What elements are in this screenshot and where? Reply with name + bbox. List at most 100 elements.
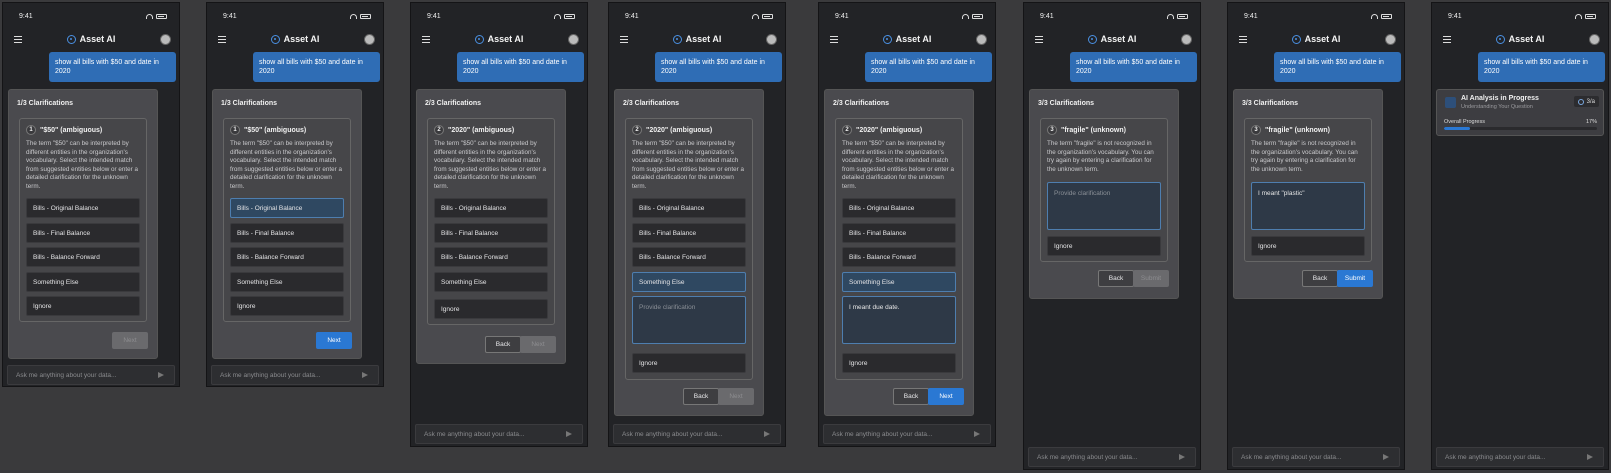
ask-input[interactable]: Ask me anything about your data... (211, 365, 379, 385)
option-original-balance[interactable]: Bills - Original Balance (434, 198, 548, 218)
question-head: 3 "fragile" (unknown) (1251, 125, 1330, 135)
back-button[interactable]: Back (893, 388, 929, 405)
send-icon[interactable] (1383, 454, 1391, 460)
menu-icon[interactable] (620, 35, 628, 43)
next-button[interactable]: Next (928, 388, 964, 405)
clarification-textarea[interactable]: I meant due date. (842, 296, 956, 344)
option-balance-forward[interactable]: Bills - Balance Forward (842, 247, 956, 267)
avatar[interactable] (364, 33, 375, 45)
option-final-balance[interactable]: Bills - Final Balance (632, 223, 746, 243)
option-something-else[interactable]: Something Else (434, 272, 548, 292)
send-icon[interactable] (362, 372, 370, 378)
next-button[interactable]: Next (520, 336, 556, 353)
clarification-textarea[interactable]: Provide clarification (1047, 182, 1161, 230)
menu-icon[interactable] (830, 35, 838, 43)
ask-input[interactable]: Ask me anything about your data... (823, 424, 991, 444)
question-term: "$50" (ambiguous) (40, 126, 103, 134)
option-ignore[interactable]: Ignore (632, 353, 746, 373)
next-button[interactable]: Next (316, 332, 352, 349)
clarification-textarea[interactable]: Provide clarification (632, 296, 746, 344)
clarification-panel: 1/3 Clarifications 1 "$50" (ambiguous) Th… (212, 89, 362, 359)
option-original-balance[interactable]: Bills - Original Balance (230, 198, 344, 218)
ask-input[interactable]: Ask me anything about your data... (613, 424, 781, 444)
option-something-else[interactable]: Something Else (842, 272, 956, 292)
option-final-balance[interactable]: Bills - Final Balance (434, 223, 548, 243)
next-button[interactable]: Next (112, 332, 148, 349)
status-bar: 9:41 (819, 3, 995, 29)
back-button[interactable]: Back (485, 336, 521, 353)
avatar[interactable] (1181, 33, 1192, 45)
status-bar: 9:41 (207, 3, 383, 29)
user-query-bubble: show all bills with $50 and date in 2020 (49, 52, 176, 82)
ai-analysis-subtitle: Understanding Your Question (1461, 104, 1533, 110)
option-final-balance[interactable]: Bills - Final Balance (26, 223, 140, 243)
option-balance-forward[interactable]: Bills - Balance Forward (434, 247, 548, 267)
back-button[interactable]: Back (1302, 270, 1338, 287)
option-balance-forward[interactable]: Bills - Balance Forward (632, 247, 746, 267)
send-icon[interactable] (974, 431, 982, 437)
ask-input[interactable]: Ask me anything about your data... (1028, 447, 1196, 467)
status-time: 9:41 (427, 12, 441, 20)
avatar[interactable] (160, 33, 171, 45)
ask-input[interactable]: Ask me anything about your data... (1436, 447, 1604, 467)
send-icon[interactable] (1179, 454, 1187, 460)
send-icon[interactable] (566, 431, 574, 437)
menu-icon[interactable] (1035, 35, 1043, 43)
send-icon[interactable] (1587, 454, 1595, 460)
app-bar: Asset AI (411, 29, 587, 49)
avatar[interactable] (568, 33, 579, 45)
option-original-balance[interactable]: Bills - Original Balance (632, 198, 746, 218)
ask-input[interactable]: Ask me anything about your data... (7, 365, 175, 385)
send-icon[interactable] (764, 431, 772, 437)
panel-step-title: 2/3 Clarifications (425, 100, 482, 107)
option-ignore[interactable]: Ignore (1047, 236, 1161, 256)
option-ignore[interactable]: Ignore (1251, 236, 1365, 256)
option-ignore[interactable]: Ignore (434, 299, 548, 319)
question-description: The term "$50" can be interpreted by dif… (842, 140, 955, 190)
avatar[interactable] (1385, 33, 1396, 45)
next-button[interactable]: Next (718, 388, 754, 405)
avatar[interactable] (976, 33, 987, 45)
back-button[interactable]: Back (1098, 270, 1134, 287)
option-something-else[interactable]: Something Else (632, 272, 746, 292)
option-final-balance[interactable]: Bills - Final Balance (230, 223, 344, 243)
question-number: 2 (632, 125, 642, 135)
avatar[interactable] (766, 33, 777, 45)
submit-button[interactable]: Submit (1133, 270, 1169, 287)
clarification-textarea[interactable]: I meant "plastic" (1251, 182, 1365, 230)
option-final-balance[interactable]: Bills - Final Balance (842, 223, 956, 243)
ask-input[interactable]: Ask me anything about your data... (1232, 447, 1400, 467)
menu-icon[interactable] (422, 35, 430, 43)
option-original-balance[interactable]: Bills - Original Balance (842, 198, 956, 218)
option-ignore[interactable]: Ignore (230, 296, 344, 316)
app-brand: Asset AI (1495, 34, 1544, 44)
option-original-balance[interactable]: Bills - Original Balance (26, 198, 140, 218)
question-term: "fragile" (unknown) (1061, 126, 1126, 134)
send-icon[interactable] (158, 372, 166, 378)
ask-placeholder: Ask me anything about your data... (1037, 453, 1138, 461)
option-ignore[interactable]: Ignore (26, 296, 140, 316)
menu-icon[interactable] (218, 35, 226, 43)
phone-screen-4: 9:41 Asset AI show all bills with $50 an… (608, 2, 786, 447)
menu-icon[interactable] (14, 35, 22, 43)
submit-button[interactable]: Submit (1337, 270, 1373, 287)
back-button[interactable]: Back (683, 388, 719, 405)
ask-input[interactable]: Ask me anything about your data... (415, 424, 583, 444)
avatar[interactable] (1589, 33, 1600, 45)
option-ignore[interactable]: Ignore (842, 353, 956, 373)
app-bar: Asset AI (207, 29, 383, 49)
menu-icon[interactable] (1239, 35, 1247, 43)
question-card: 3 "fragile" (unknown) The term "fragile" … (1040, 118, 1168, 262)
wifi-icon (1371, 13, 1378, 19)
option-balance-forward[interactable]: Bills - Balance Forward (230, 247, 344, 267)
menu-icon[interactable] (1443, 35, 1451, 43)
panel-step-title: 1/3 Clarifications (221, 100, 278, 107)
status-bar: 9:41 (3, 3, 179, 29)
option-something-else[interactable]: Something Else (230, 272, 344, 292)
option-something-else[interactable]: Something Else (26, 272, 140, 292)
option-balance-forward[interactable]: Bills - Balance Forward (26, 247, 140, 267)
logo-icon (474, 34, 484, 44)
phone-screen-5: 9:41 Asset AI show all bills with $50 an… (818, 2, 996, 447)
question-number: 1 (26, 125, 36, 135)
phone-screen-3: 9:41 Asset AI show all bills with $50 an… (410, 2, 588, 447)
